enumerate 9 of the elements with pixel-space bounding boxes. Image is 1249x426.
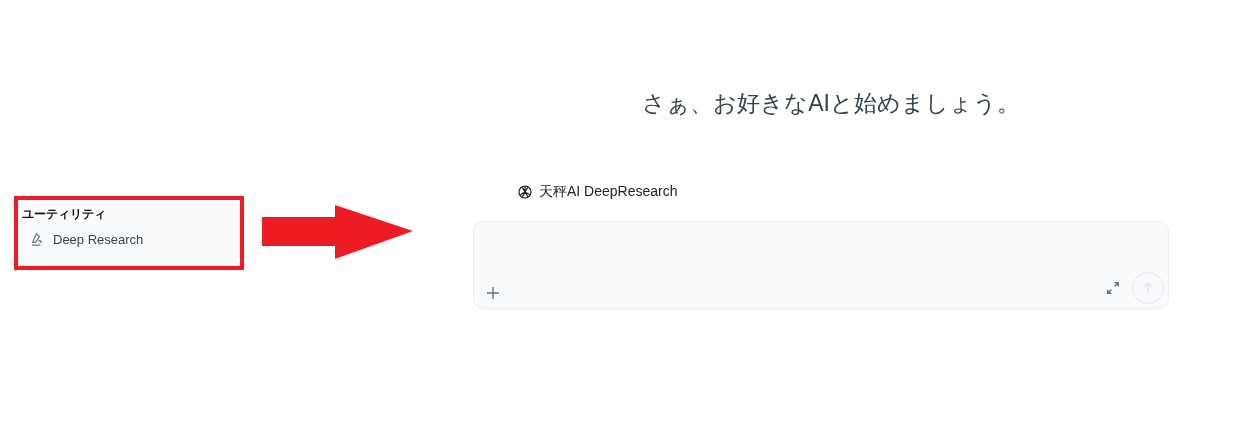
message-input-field[interactable] (473, 221, 1169, 309)
add-icon[interactable] (486, 286, 500, 300)
sidebar-item[interactable]: Deep Research (22, 232, 144, 247)
section-label: ユーティリティ (22, 206, 107, 222)
greeting-heading: さぁ、お好きなAIと始めましょう。 (642, 89, 1020, 118)
expand-icon[interactable] (1106, 281, 1120, 295)
flask-icon (30, 232, 45, 247)
arrow-icon (262, 205, 413, 259)
model-label[interactable]: 天秤AI DeepResearch (517, 183, 678, 201)
